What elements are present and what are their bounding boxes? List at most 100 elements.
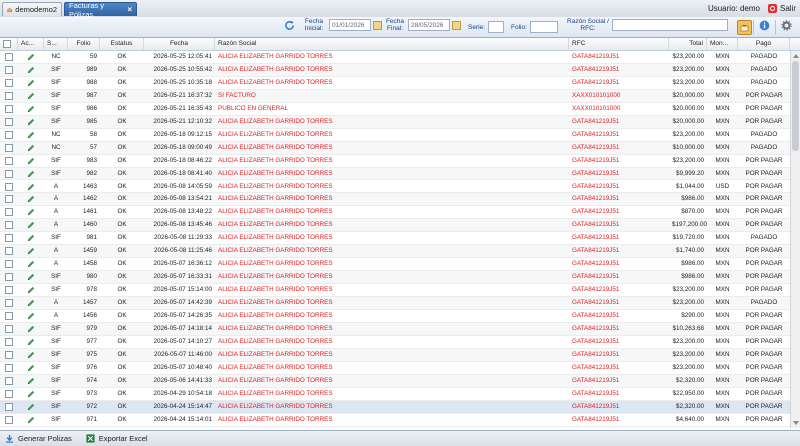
select-all-checkbox[interactable] — [0, 38, 18, 50]
row-checkbox[interactable] — [5, 77, 17, 89]
table-row[interactable]: NC 57 OK 2026-05-18 09:00:49 ALICIA ELIZABET… — [0, 141, 790, 155]
table-row[interactable]: A 1460 OK 2026-05-08 13:45:46 ALICIA ELIZABE… — [0, 219, 790, 233]
row-checkbox[interactable] — [5, 362, 17, 374]
table-row[interactable]: SIF 989 OK 2026-05-25 10:55:42 ALICIA ELIZAB… — [0, 63, 790, 77]
exportar-excel-button[interactable]: Exportar Excel — [86, 434, 148, 443]
vertical-scrollbar[interactable] — [790, 51, 800, 428]
table-row[interactable]: A 1456 OK 2026-05-07 14:26:35 ALICIA ELIZABE… — [0, 310, 790, 323]
column-header[interactable]: Mon... — [707, 38, 738, 50]
edit-icon[interactable] — [27, 401, 39, 413]
row-checkbox[interactable] — [5, 64, 17, 76]
table-row[interactable]: SIF 978 OK 2026-05-07 15:14:00 ALICIA ELIZAB… — [0, 284, 790, 298]
edit-icon[interactable] — [27, 297, 39, 309]
table-row[interactable]: SIF 974 OK 2026-05-06 14:41:33 ALICIA ELIZAB… — [0, 374, 790, 388]
column-header[interactable]: Pago — [738, 38, 790, 50]
serie-input[interactable] — [487, 21, 504, 33]
table-row[interactable]: SIF 988 OK 2026-05-25 10:35:18 ALICIA ELIZAB… — [0, 77, 790, 90]
row-checkbox[interactable] — [5, 103, 17, 115]
edit-icon[interactable] — [27, 90, 39, 102]
table-row[interactable]: A 1457 OK 2026-05-07 14:42:39 ALICIA ELIZABE… — [0, 297, 790, 310]
row-checkbox[interactable] — [5, 336, 17, 348]
search-button[interactable] — [737, 20, 752, 35]
row-checkbox[interactable] — [5, 401, 17, 413]
column-header[interactable]: Razón Social — [215, 38, 569, 50]
edit-icon[interactable] — [27, 323, 39, 335]
edit-icon[interactable] — [27, 310, 39, 322]
edit-icon[interactable] — [27, 284, 39, 296]
table-row[interactable]: SIF 985 OK 2026-05-21 12:10:32 ALICIA ELIZAB… — [0, 115, 790, 129]
fecha-final-input[interactable]: 28/05/2026 — [408, 19, 450, 31]
edit-icon[interactable] — [27, 258, 39, 270]
column-header[interactable]: Fecha — [144, 38, 215, 50]
edit-icon[interactable] — [27, 181, 39, 193]
edit-icon[interactable] — [27, 193, 39, 205]
row-checkbox[interactable] — [5, 155, 17, 167]
row-checkbox[interactable] — [5, 142, 17, 154]
scroll-down-icon[interactable] — [793, 421, 799, 425]
table-row[interactable]: SIF 975 OK 2026-05-07 11:46:00 ALICIA ELIZAB… — [0, 348, 790, 362]
table-row[interactable]: NC 59 OK 2026-05-25 12:05:41 ALICIA ELIZABET… — [0, 51, 790, 64]
table-row[interactable]: NC 58 OK 2026-05-18 09:12:15 ALICIA ELIZABET… — [0, 129, 790, 142]
row-checkbox[interactable] — [5, 193, 17, 205]
row-checkbox[interactable] — [5, 181, 17, 193]
table-row[interactable]: SIF 972 OK 2026-04-24 15:14:47 ALICIA ELIZAB… — [0, 400, 790, 414]
edit-icon[interactable] — [27, 168, 39, 180]
table-row[interactable]: SIF 973 OK 2026-04-29 10:54:18 ALICIA ELIZAB… — [0, 388, 790, 401]
row-checkbox[interactable] — [5, 414, 17, 426]
logout-button[interactable]: Salir — [767, 4, 796, 13]
generar-polizas-button[interactable]: Generar Polizas — [5, 434, 72, 443]
calendar-icon[interactable] — [373, 20, 382, 30]
table-row[interactable]: SIF 979 OK 2026-05-07 14:18:14 ALICIA ELIZAB… — [0, 322, 790, 336]
edit-icon[interactable] — [27, 129, 39, 141]
row-checkbox[interactable] — [5, 258, 17, 270]
calendar-icon[interactable] — [452, 20, 461, 30]
table-row[interactable]: SIF 982 OK 2026-05-18 08:41:40 ALICIA ELIZAB… — [0, 167, 790, 181]
row-checkbox[interactable] — [5, 375, 17, 387]
table-row[interactable]: SIF 983 OK 2026-05-18 08:46:22 ALICIA ELIZAB… — [0, 155, 790, 168]
row-checkbox[interactable] — [5, 284, 17, 296]
refresh-button[interactable] — [284, 20, 295, 31]
edit-icon[interactable] — [27, 51, 39, 63]
edit-icon[interactable] — [27, 77, 39, 89]
row-checkbox[interactable] — [5, 245, 17, 257]
column-header[interactable]: Ac... — [18, 38, 44, 50]
table-row[interactable]: SIF 981 OK 2026-05-08 11:29:33 ALICIA ELIZAB… — [0, 232, 790, 246]
close-icon[interactable]: × — [127, 5, 132, 14]
edit-icon[interactable] — [27, 142, 39, 154]
edit-icon[interactable] — [27, 362, 39, 374]
settings-button[interactable] — [781, 20, 792, 31]
row-checkbox[interactable] — [5, 310, 17, 322]
table-row[interactable]: A 1462 OK 2026-05-08 13:54:21 ALICIA ELIZABE… — [0, 193, 790, 207]
edit-icon[interactable] — [27, 245, 39, 257]
edit-icon[interactable] — [27, 349, 39, 361]
row-checkbox[interactable] — [5, 388, 17, 400]
edit-icon[interactable] — [27, 336, 39, 348]
row-checkbox[interactable] — [5, 323, 17, 335]
edit-icon[interactable] — [27, 64, 39, 76]
row-checkbox[interactable] — [5, 116, 17, 128]
row-checkbox[interactable] — [5, 51, 17, 63]
row-checkbox[interactable] — [5, 232, 17, 244]
info-button[interactable] — [759, 20, 770, 31]
row-checkbox[interactable] — [5, 168, 17, 180]
row-checkbox[interactable] — [5, 206, 17, 218]
edit-icon[interactable] — [27, 271, 39, 283]
edit-icon[interactable] — [27, 375, 39, 387]
edit-icon[interactable] — [27, 219, 39, 231]
edit-icon[interactable] — [27, 232, 39, 244]
scroll-thumb[interactable] — [792, 61, 799, 151]
table-row[interactable]: A 1459 OK 2026-05-08 11:25:46 ALICIA ELIZABE… — [0, 245, 790, 259]
scroll-up-icon[interactable] — [793, 54, 799, 58]
column-header[interactable]: Estatus — [100, 38, 144, 50]
table-row[interactable]: A 1463 OK 2026-05-08 14:05:59 ALICIA ELIZABE… — [0, 181, 790, 194]
edit-icon[interactable] — [27, 103, 39, 115]
tab-facturas-polizas[interactable]: Facturas y Pólizas × — [64, 1, 137, 19]
row-checkbox[interactable] — [5, 129, 17, 141]
row-checkbox[interactable] — [5, 349, 17, 361]
row-checkbox[interactable] — [5, 297, 17, 309]
column-header[interactable]: Total — [669, 38, 707, 50]
row-checkbox[interactable] — [5, 90, 17, 102]
table-row[interactable]: SIF 976 OK 2026-05-07 10:48:40 ALICIA ELIZAB… — [0, 362, 790, 375]
table-row[interactable]: SIF 977 OK 2026-05-07 14:10:27 ALICIA ELIZAB… — [0, 336, 790, 349]
table-row[interactable]: SIF 980 OK 2026-05-07 16:33:31 ALICIA ELIZAB… — [0, 271, 790, 285]
